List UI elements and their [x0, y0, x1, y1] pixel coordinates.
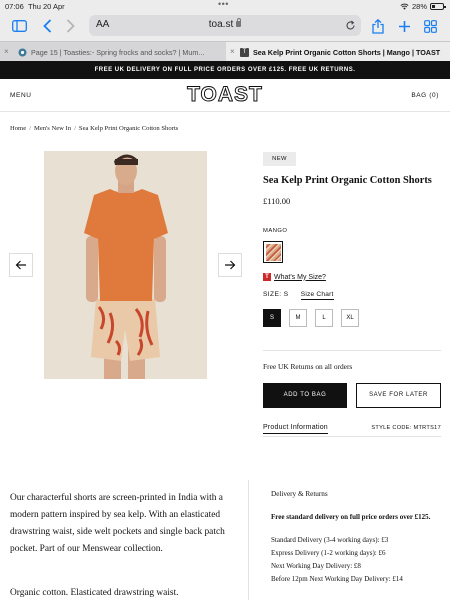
url-host: toa.st [89, 18, 361, 30]
tab-overview-icon[interactable] [420, 16, 440, 36]
new-badge: NEW [263, 152, 296, 166]
tab-title: Sea Kelp Print Organic Cotton Shorts | M… [253, 47, 441, 57]
back-icon[interactable] [37, 16, 57, 36]
model-illustration [44, 151, 207, 379]
bag-button[interactable]: BAG (0) [411, 92, 439, 99]
status-bar: 07:06 Thu 20 Apr ••• 28% [0, 0, 450, 12]
delivery-option: Next Working Day Delivery: £8 [271, 562, 361, 570]
divider [263, 436, 441, 437]
site-header: MENU TOAST BAG (0) [0, 79, 450, 112]
breadcrumb-home[interactable]: Home [10, 125, 26, 132]
breadcrumb-mens-new-in[interactable]: Men's New In [34, 125, 71, 132]
whats-my-size-link[interactable]: T What's My Size? [263, 273, 326, 281]
reload-icon[interactable] [345, 18, 356, 36]
size-option-l[interactable]: L [315, 309, 333, 327]
add-to-bag-button[interactable]: ADD TO BAG [263, 383, 347, 408]
size-label: SIZE: S [263, 291, 289, 298]
size-options: S M L XL [263, 309, 359, 327]
forward-icon[interactable] [60, 16, 80, 36]
size-option-m[interactable]: M [289, 309, 307, 327]
battery-icon [430, 3, 446, 10]
status-time: 07:06 Thu 20 Apr [5, 2, 65, 11]
delivery-returns-panel: Delivery & Returns Free standard deliver… [271, 490, 443, 586]
address-bar[interactable]: AA toa.st [89, 15, 361, 36]
tab-title: Page 15 | Toasties:- Spring frocks and s… [31, 47, 205, 57]
size-row: SIZE: S Size Chart [263, 291, 334, 300]
wifi-icon [400, 3, 409, 10]
style-code: STYLE CODE: MTRTS17 [371, 425, 441, 431]
colour-swatch-mango[interactable] [263, 241, 283, 263]
size-option-s[interactable]: S [263, 309, 281, 327]
breadcrumb-separator: / [29, 125, 31, 132]
tab-strip: × Page 15 | Toasties:- Spring frocks and… [0, 41, 450, 62]
product-title: Sea Kelp Print Organic Cotton Shorts [263, 175, 432, 186]
delivery-option: Standard Delivery (3-4 working days): £3 [271, 536, 389, 544]
browser-toolbar: AA toa.st [0, 13, 450, 39]
product-image[interactable] [44, 151, 207, 379]
tab-toasties[interactable]: × Page 15 | Toasties:- Spring frocks and… [0, 42, 226, 62]
size-option-xl[interactable]: XL [341, 309, 359, 327]
product-information-tab[interactable]: Product Information [263, 424, 328, 434]
browser-chrome: 07:06 Thu 20 Apr ••• 28% AA toa.st × Pag… [0, 0, 450, 62]
divider [263, 350, 441, 351]
close-tab-icon[interactable]: × [4, 48, 12, 56]
delivery-highlight: Free standard delivery on full price ord… [271, 513, 431, 521]
battery-percent: 28% [411, 2, 427, 11]
product-materials: Organic cotton. Elasticated drawstring w… [10, 588, 179, 598]
product-price: £110.00 [263, 196, 291, 206]
breadcrumb: Home / Men's New In / Sea Kelp Print Organic… [10, 125, 178, 132]
share-icon[interactable] [368, 16, 388, 36]
size-tool-icon: T [263, 273, 271, 281]
multitask-dots-icon[interactable]: ••• [218, 0, 229, 9]
tab-toast-product[interactable]: × T Sea Kelp Print Organic Cotton Shorts… [226, 42, 450, 62]
column-divider [248, 480, 249, 600]
breadcrumb-current: Sea Kelp Print Organic Cotton Shorts [78, 125, 179, 132]
swatch-pattern [265, 243, 281, 261]
toast-favicon-icon: T [240, 47, 249, 57]
save-for-later-button[interactable]: SAVE FOR LATER [356, 383, 441, 408]
battery-level [432, 5, 436, 8]
status-right: 28% [400, 2, 446, 11]
previous-image-button[interactable] [9, 253, 33, 277]
lock-icon [236, 18, 242, 27]
forum-favicon-icon [18, 48, 27, 56]
whats-my-size-label: What's My Size? [274, 273, 326, 281]
delivery-option: Express Delivery (1-2 working days): £6 [271, 549, 386, 557]
breadcrumb-separator: / [74, 125, 76, 132]
delivery-option: Before 12pm Next Working Day Delivery: £… [271, 575, 403, 583]
promo-banner: FREE UK DELIVERY ON FULL PRICE ORDERS OV… [0, 61, 450, 79]
arrow-right-icon [225, 260, 236, 270]
new-tab-icon[interactable] [394, 16, 414, 36]
toast-logo[interactable]: TOAST [0, 83, 450, 107]
next-image-button[interactable] [218, 253, 242, 277]
close-tab-icon[interactable]: × [230, 48, 238, 56]
sidebar-toggle-icon[interactable] [9, 16, 29, 36]
returns-note: Free UK Returns on all orders [263, 362, 353, 371]
delivery-heading: Delivery & Returns [271, 490, 328, 498]
colour-label: MANGO [263, 228, 288, 234]
size-chart-link[interactable]: Size Chart [300, 291, 334, 300]
arrow-left-icon [15, 260, 26, 270]
product-description: Our characterful shorts are screen-print… [10, 493, 225, 554]
